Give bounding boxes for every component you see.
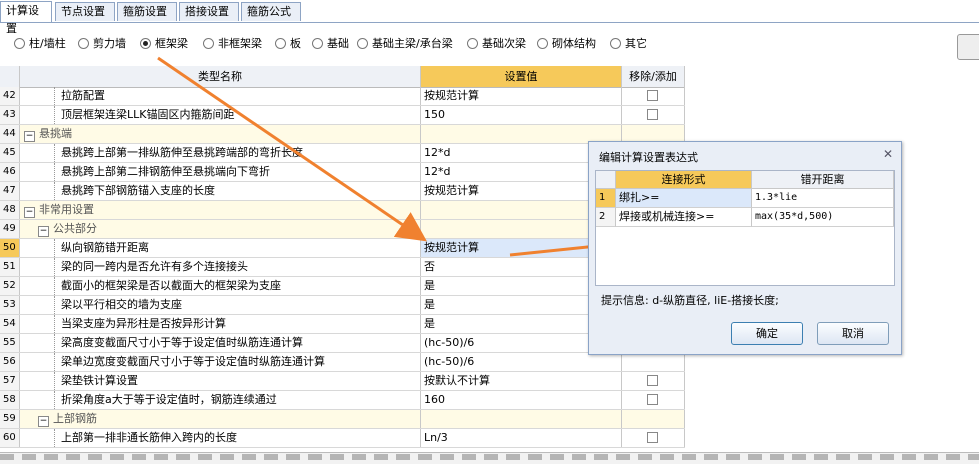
expression-grid: 连接形式 错开距离 1 绑扎>= 1.3*lie 2 焊接或机械连接>= max… xyxy=(595,170,895,286)
status-bar xyxy=(0,452,979,464)
dialog-title: 编辑计算设置表达式 xyxy=(599,151,698,164)
dialog-row[interactable]: 2 焊接或机械连接>= max(35*d,500) xyxy=(596,208,894,227)
dialog-row-number-header xyxy=(596,171,616,189)
connection-type-cell[interactable]: 焊接或机械连接>= xyxy=(616,208,752,227)
edit-expression-dialog: 编辑计算设置表达式 ✕ 连接形式 错开距离 1 绑扎>= 1.3*lie 2 焊… xyxy=(588,141,902,355)
offset-distance-header: 错开距离 xyxy=(752,171,894,189)
hint-text: 提示信息: d-纵筋直径, liE-搭接长度; xyxy=(601,294,779,307)
offset-distance-cell[interactable]: max(35*d,500) xyxy=(752,208,894,227)
offset-distance-cell[interactable]: 1.3*lie xyxy=(752,189,894,208)
arrow-radio-to-row xyxy=(157,56,427,242)
dialog-row-number: 2 xyxy=(596,208,616,227)
connection-type-cell[interactable]: 绑扎>= xyxy=(616,189,752,208)
status-bar-text xyxy=(0,454,979,460)
dialog-row-number: 1 xyxy=(596,189,616,208)
cancel-button[interactable]: 取消 xyxy=(817,322,889,345)
ok-button[interactable]: 确定 xyxy=(731,322,803,345)
dialog-row[interactable]: 1 绑扎>= 1.3*lie xyxy=(596,189,894,208)
connection-type-header: 连接形式 xyxy=(616,171,752,189)
close-icon[interactable]: ✕ xyxy=(883,147,893,161)
